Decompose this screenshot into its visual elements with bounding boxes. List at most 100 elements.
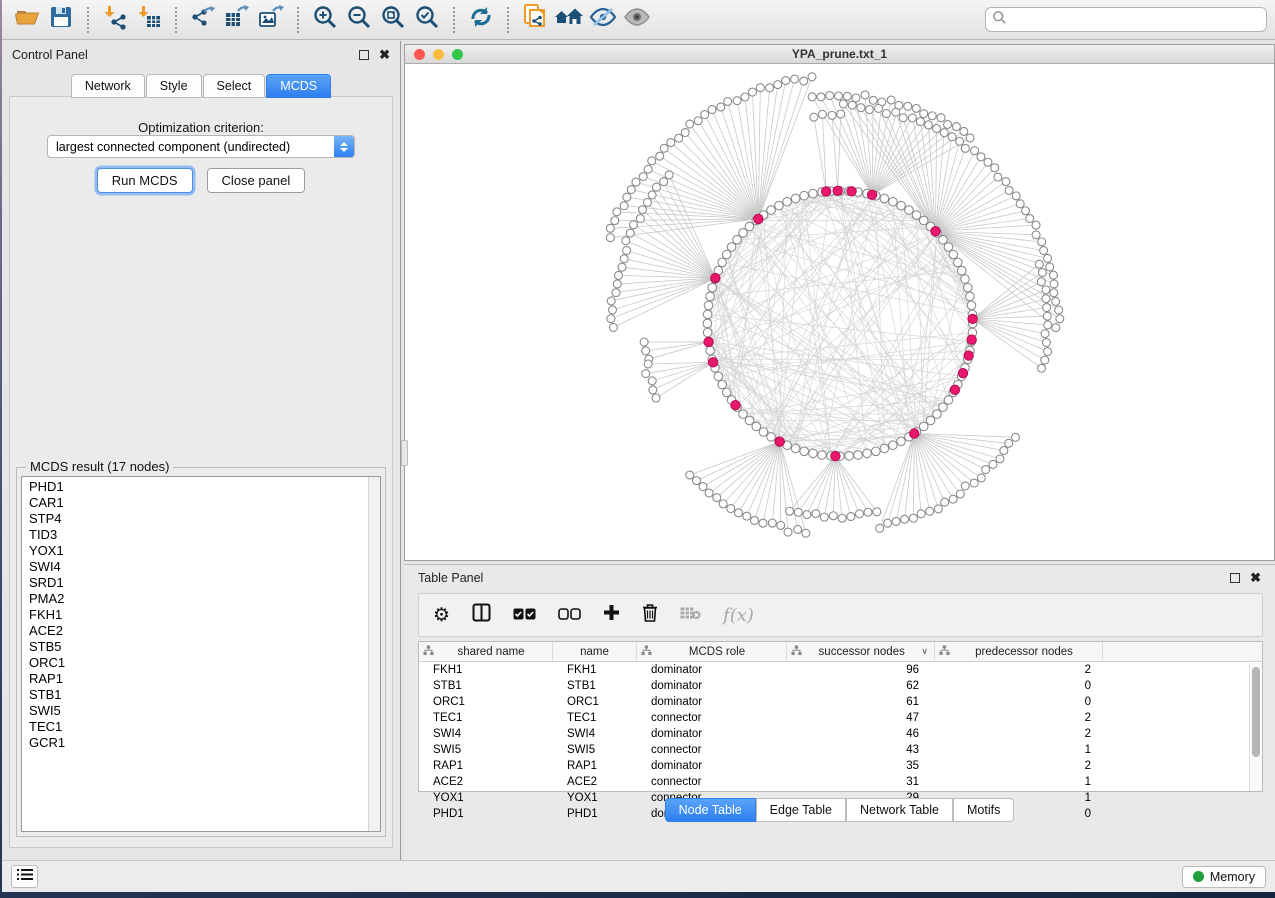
zoom-selected-button[interactable] <box>410 4 444 36</box>
tab-edge-table[interactable]: Edge Table <box>756 798 846 822</box>
import-network-button[interactable] <box>98 4 132 36</box>
close-table-panel-icon[interactable]: ✖ <box>1250 573 1261 583</box>
search-box <box>985 7 1267 32</box>
column-header-MCDS-role[interactable]: MCDS role <box>637 642 787 661</box>
run-mcds-button[interactable]: Run MCDS <box>97 168 193 193</box>
mcds-result-list: PHD1CAR1STP4TID3YOX1SWI4SRD1PMA2FKH1ACE2… <box>22 479 368 751</box>
table-row[interactable]: STB1STB1dominator620 <box>419 678 1262 694</box>
import-table-button[interactable] <box>132 4 166 36</box>
status-bar: Memory <box>2 860 1275 892</box>
tab-network-table[interactable]: Network Table <box>846 798 953 822</box>
open-file-button[interactable] <box>10 4 44 36</box>
control-panel-title: Control Panel <box>12 48 88 62</box>
mcds-result-item[interactable]: RAP1 <box>22 671 368 687</box>
export-table-button[interactable] <box>220 4 254 36</box>
tab-node-table[interactable]: Node Table <box>665 798 756 822</box>
duplicate-document-icon <box>521 3 549 36</box>
table-row[interactable]: TEC1TEC1connector472 <box>419 710 1262 726</box>
table-row[interactable]: ACE2ACE2connector311 <box>419 774 1262 790</box>
float-panel-icon[interactable] <box>359 50 369 60</box>
network-canvas[interactable] <box>405 65 1274 560</box>
search-input[interactable] <box>1007 13 1260 27</box>
new-network-from-selection-button[interactable] <box>518 4 552 36</box>
cell-mcds_role: dominator <box>637 678 787 694</box>
create-column-button[interactable] <box>603 604 620 627</box>
sitemap-icon <box>791 645 802 659</box>
column-header-shared-name[interactable]: shared name <box>419 642 553 661</box>
column-header-name[interactable]: name <box>553 642 637 661</box>
select-all-rows-button[interactable] <box>513 604 536 626</box>
first-neighbors-button[interactable] <box>552 4 586 36</box>
mcds-result-item[interactable]: TID3 <box>22 527 368 543</box>
mcds-result-item[interactable]: STP4 <box>22 511 368 527</box>
tab-network[interactable]: Network <box>71 74 145 98</box>
zoom-out-button[interactable] <box>342 4 376 36</box>
mcds-result-item[interactable]: STB1 <box>22 687 368 703</box>
search-icon <box>992 10 1007 30</box>
show-all-button[interactable] <box>620 4 654 36</box>
apply-layout-button[interactable] <box>464 4 498 36</box>
criterion-dropdown-value: largest connected component (undirected) <box>48 140 334 154</box>
tab-mcds[interactable]: MCDS <box>266 74 331 98</box>
show-task-history-button[interactable] <box>11 865 38 888</box>
criterion-dropdown[interactable]: largest connected component (undirected) <box>47 135 355 158</box>
optimization-criterion-label: Optimization criterion: <box>10 120 392 135</box>
tab-select[interactable]: Select <box>203 74 266 98</box>
cell-predecessor_nodes: 2 <box>935 726 1103 742</box>
table-scrollbar-thumb[interactable] <box>1252 667 1260 757</box>
memory-button[interactable]: Memory <box>1182 866 1266 888</box>
tab-style[interactable]: Style <box>146 74 202 98</box>
table-row[interactable]: ORC1ORC1dominator610 <box>419 694 1262 710</box>
tab-motifs[interactable]: Motifs <box>953 798 1014 822</box>
cell-successor_nodes: 31 <box>787 774 935 790</box>
mcds-result-item[interactable]: YOX1 <box>22 543 368 559</box>
clear-table-button[interactable] <box>680 604 701 626</box>
table-row[interactable]: SWI5SWI5connector431 <box>419 742 1262 758</box>
table-settings-button[interactable]: ⚙ <box>433 604 450 627</box>
column-header-successor-nodes[interactable]: successor nodes∨ <box>787 642 935 661</box>
cell-shared_name: ORC1 <box>419 694 553 710</box>
mcds-result-item[interactable]: SRD1 <box>22 575 368 591</box>
zoom-fit-button[interactable] <box>376 4 410 36</box>
mcds-result-item[interactable]: ORC1 <box>22 655 368 671</box>
mcds-result-group: MCDS result (17 nodes) PHD1CAR1STP4TID3Y… <box>16 467 386 837</box>
export-image-button[interactable] <box>254 4 288 36</box>
mcds-result-item[interactable]: PMA2 <box>22 591 368 607</box>
table-scrollbar[interactable] <box>1249 663 1262 791</box>
close-panel-icon[interactable]: ✖ <box>379 50 390 60</box>
table-row[interactable]: SWI4SWI4dominator462 <box>419 726 1262 742</box>
close-panel-button[interactable]: Close panel <box>207 168 306 193</box>
float-table-panel-icon[interactable] <box>1230 573 1240 583</box>
refresh-arrows-icon <box>468 4 494 35</box>
mcds-result-item[interactable]: TEC1 <box>22 719 368 735</box>
panel-divider-grabber[interactable] <box>401 440 408 466</box>
zoom-in-button[interactable] <box>308 4 342 36</box>
mcds-result-scrollbar[interactable] <box>368 477 380 831</box>
delete-column-button[interactable] <box>642 603 658 628</box>
cell-successor_nodes: 46 <box>787 726 935 742</box>
mcds-result-item[interactable]: ACE2 <box>22 623 368 639</box>
mcds-result-item[interactable]: STB5 <box>22 639 368 655</box>
cell-name: ORC1 <box>553 694 637 710</box>
function-builder-button[interactable]: f(x) <box>723 605 754 626</box>
mcds-result-item[interactable]: FKH1 <box>22 607 368 623</box>
mcds-result-item[interactable]: GCR1 <box>22 735 368 751</box>
list-icon <box>17 868 33 886</box>
show-columns-button[interactable] <box>472 603 491 628</box>
mcds-result-item[interactable]: PHD1 <box>22 479 368 495</box>
cell-mcds_role: dominator <box>637 662 787 678</box>
mcds-result-item[interactable]: SWI5 <box>22 703 368 719</box>
deselect-all-rows-button[interactable] <box>558 604 581 626</box>
mcds-result-item[interactable]: CAR1 <box>22 495 368 511</box>
hide-selected-button[interactable] <box>586 4 620 36</box>
table-row[interactable]: RAP1RAP1dominator352 <box>419 758 1262 774</box>
save-session-button[interactable] <box>44 4 78 36</box>
cell-mcds_role: connector <box>637 774 787 790</box>
column-header-predecessor-nodes[interactable]: predecessor nodes <box>935 642 1103 661</box>
node-table-header: shared namenameMCDS rolesuccessor nodes∨… <box>419 642 1262 662</box>
cell-name: STB1 <box>553 678 637 694</box>
table-row[interactable]: FKH1FKH1dominator962 <box>419 662 1262 678</box>
cell-mcds_role: dominator <box>637 758 787 774</box>
mcds-result-item[interactable]: SWI4 <box>22 559 368 575</box>
export-network-button[interactable] <box>186 4 220 36</box>
